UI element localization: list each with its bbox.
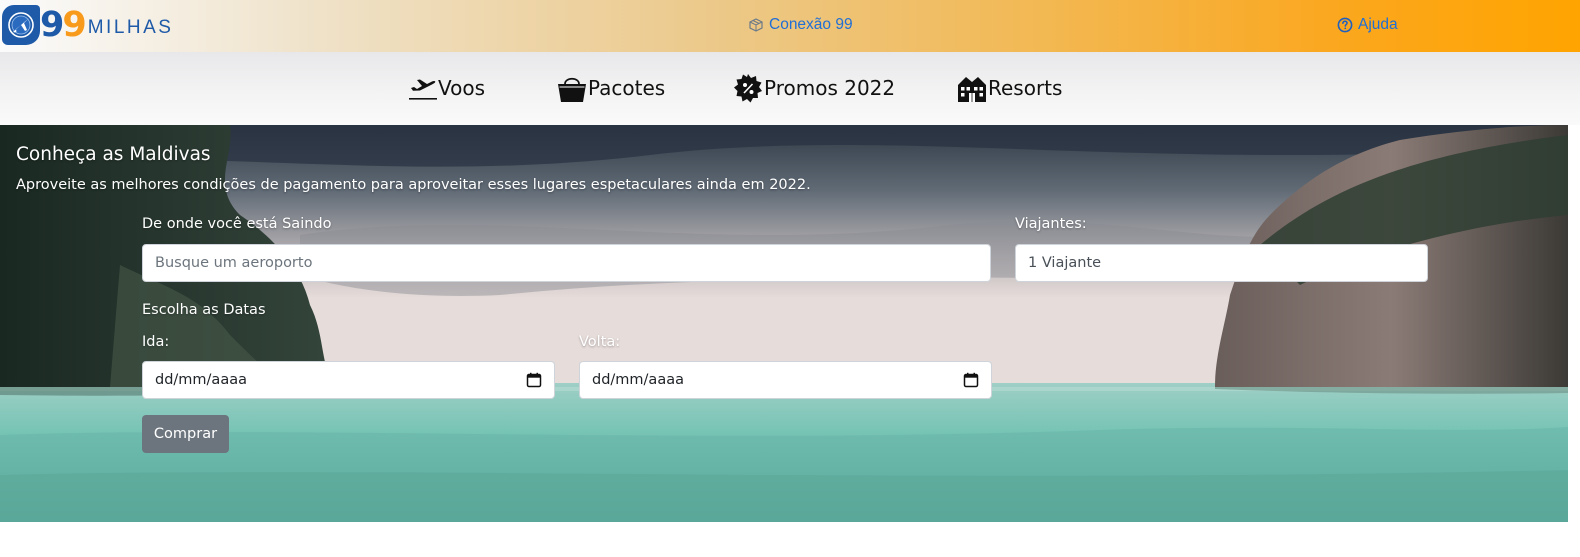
basket-icon (558, 77, 586, 102)
comprar-button[interactable]: Comprar (142, 415, 229, 453)
datas-label: Escolha as Datas (142, 302, 266, 318)
ajuda-label: Ajuda (1358, 16, 1398, 33)
viajantes-select[interactable]: 1 Viajante (1015, 244, 1428, 282)
promo-badge-icon (734, 74, 762, 103)
logo-digit-orange: 9 (62, 5, 86, 45)
resort-building-icon (958, 77, 986, 102)
nav-pacotes[interactable]: Pacotes (557, 71, 665, 105)
calendar-icon[interactable] (526, 372, 542, 388)
ida-date-value: dd/mm/aaaa (155, 372, 247, 388)
nav-voos-label: Voos (438, 76, 486, 100)
nav-promos-label: Promos 2022 (764, 76, 896, 100)
origem-placeholder: Busque um aeroporto (155, 255, 313, 271)
origem-input[interactable]: Busque um aeroporto (142, 244, 991, 282)
logo-link[interactable]: 99 MILHAS (2, 3, 173, 47)
main-nav: Voos Pacotes Promos 2022 Resorts (0, 52, 1580, 125)
compass-plane-icon (2, 5, 40, 45)
logo-word: MILHAS (87, 17, 174, 38)
conexao-link[interactable]: Conexão 99 (748, 16, 853, 34)
nav-pacotes-label: Pacotes (588, 76, 666, 100)
question-circle-icon (1337, 17, 1353, 33)
nav-resorts[interactable]: Resorts (957, 71, 1062, 105)
hero-banner: Conheça as Maldivas Aproveite as melhore… (0, 125, 1568, 522)
package-icon (749, 18, 763, 32)
calendar-icon[interactable] (963, 372, 979, 388)
origem-label: De onde você está Saindo (142, 216, 332, 232)
ida-label: Ida: (142, 334, 170, 350)
hero-title: Conheça as Maldivas (16, 144, 211, 165)
ida-date-input[interactable]: dd/mm/aaaa (142, 361, 555, 399)
nav-voos[interactable]: Voos (409, 71, 485, 105)
volta-date-value: dd/mm/aaaa (592, 372, 684, 388)
logo-digit-blue: 9 (40, 5, 64, 45)
ajuda-link[interactable]: Ajuda (1337, 16, 1398, 34)
nav-resorts-label: Resorts (988, 76, 1063, 100)
viajantes-label: Viajantes: (1015, 216, 1087, 232)
logo-number: 99 (40, 5, 87, 45)
hero-subtitle: Aproveite as melhores condições de pagam… (16, 177, 811, 193)
nav-promos[interactable]: Promos 2022 (733, 71, 895, 105)
volta-date-input[interactable]: dd/mm/aaaa (579, 361, 992, 399)
volta-label: Volta: (579, 334, 621, 350)
top-bar: 99 MILHAS Conexão 99 Ajuda (0, 0, 1580, 52)
viajantes-value: 1 Viajante (1028, 255, 1102, 271)
airplane-takeoff-icon (409, 79, 437, 100)
conexao-label: Conexão 99 (769, 16, 853, 33)
